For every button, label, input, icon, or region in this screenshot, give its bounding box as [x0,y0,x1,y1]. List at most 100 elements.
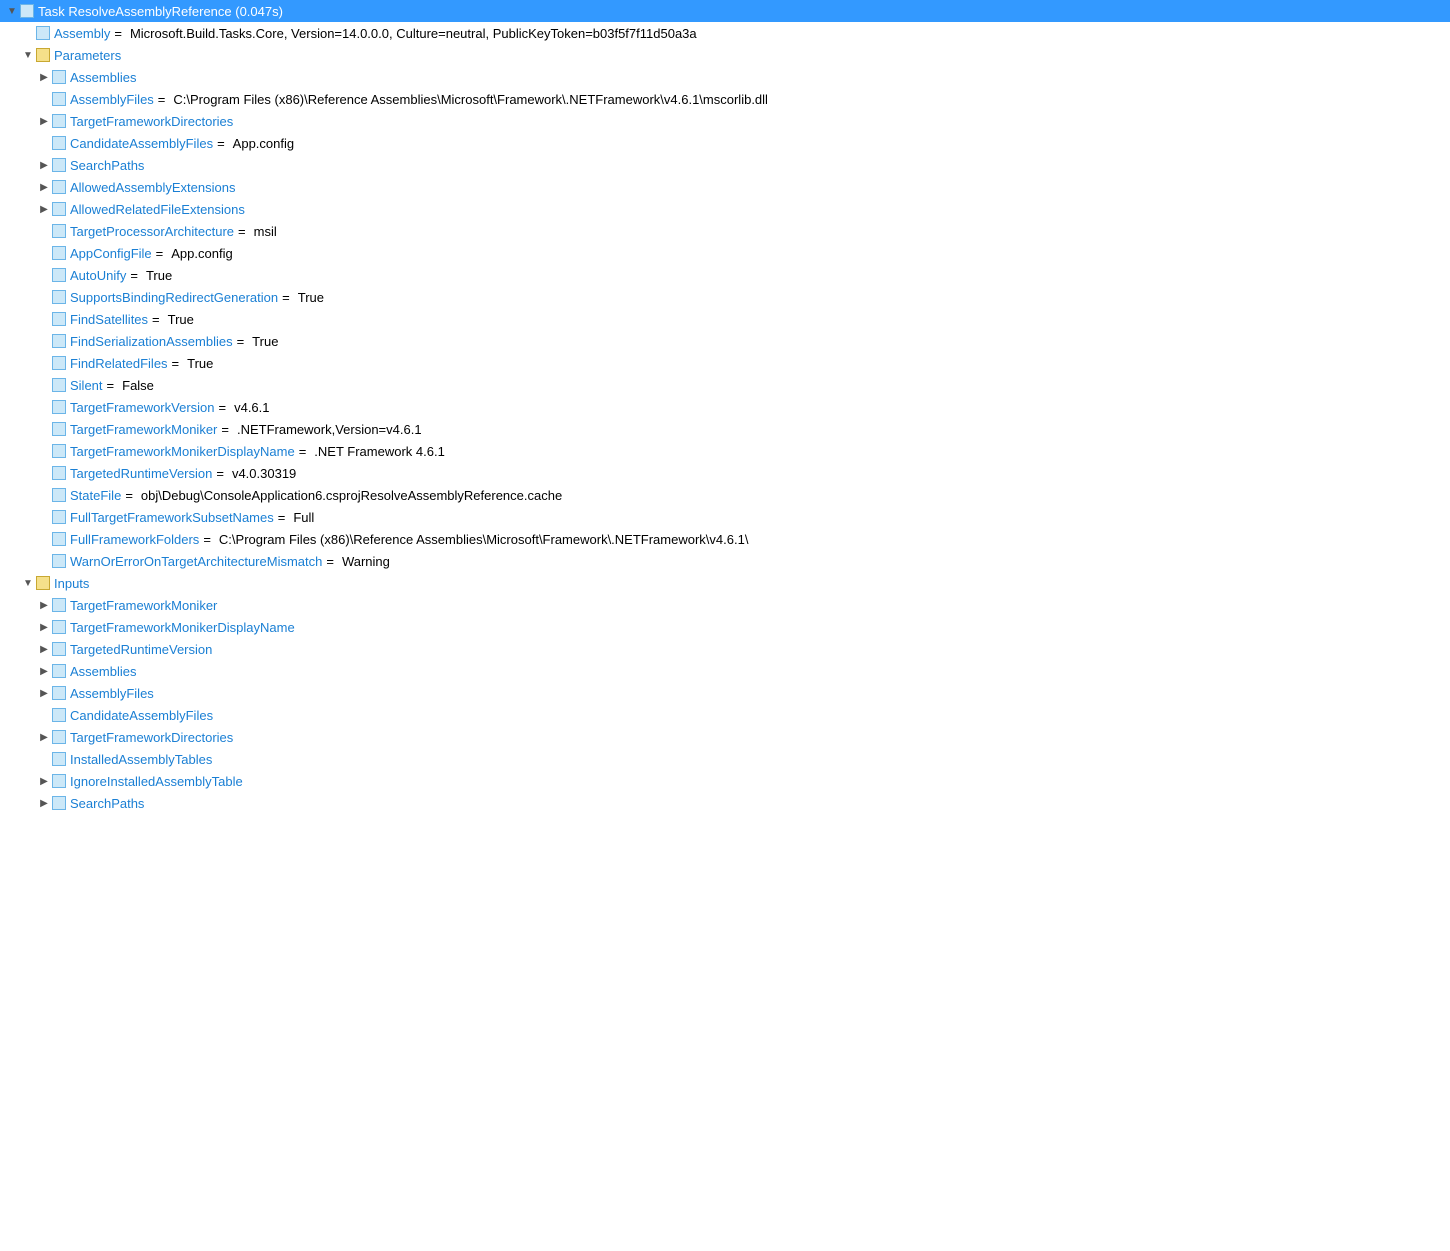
row-label: TargetFrameworkMonikerDisplayName [70,444,295,459]
tree-row[interactable]: ▶AssemblyFiles [0,682,1450,704]
expand-icon[interactable]: ▶ [36,663,52,679]
tree-row[interactable]: ▶ AllowedRelatedFileExtensions [0,198,1450,220]
expand-icon[interactable]: ▶ [36,157,52,173]
property-icon [52,202,66,216]
expand-icon[interactable]: ▶ [36,773,52,789]
row-equals: = [299,444,307,459]
property-icon [52,796,66,810]
row-value: .NET Framework 4.6.1 [314,444,445,459]
row-equals: = [152,312,160,327]
tree-row[interactable]: SupportsBindingRedirectGeneration=True [0,286,1450,308]
tree-row[interactable]: TargetFrameworkMonikerDisplayName = .NET F… [0,440,1450,462]
row-value: Microsoft.Build.Tasks.Core, Version=14.0… [130,26,697,41]
expand-icon[interactable]: ▶ [36,619,52,635]
property-icon [52,730,66,744]
tree-row[interactable]: ▼ Inputs [0,572,1450,594]
tree-row[interactable]: Silent=False [0,374,1450,396]
tree-row[interactable]: ▶SearchPaths [0,154,1450,176]
property-icon [52,466,66,480]
row-label: SupportsBindingRedirectGeneration [70,290,278,305]
tree-row[interactable]: TargetFrameworkMoniker=.NETFramework,Ver… [0,418,1450,440]
expand-icon[interactable]: ▶ [36,69,52,85]
property-icon [52,334,66,348]
tree-row[interactable]: InstalledAssemblyTables [0,748,1450,770]
property-icon [20,4,34,18]
row-label: AutoUnify [70,268,126,283]
row-equals: = [125,488,133,503]
row-label: Parameters [54,48,121,63]
expand-icon[interactable]: ▶ [36,795,52,811]
tree-row[interactable]: AssemblyFiles=C:\Program Files (x86)\Ref… [0,88,1450,110]
tree-row[interactable]: TargetedRuntimeVersion=v4.0.30319 [0,462,1450,484]
property-icon [52,422,66,436]
property-icon [52,686,66,700]
row-value: True [298,290,324,305]
row-label: TargetedRuntimeVersion [70,642,212,657]
row-label: Assemblies [70,70,136,85]
tree-row[interactable]: FindSerializationAssemblies=True [0,330,1450,352]
tree-row[interactable]: TargetFrameworkVersion=v4.6.1 [0,396,1450,418]
row-equals: = [219,400,227,415]
property-icon [52,620,66,634]
row-value: True [252,334,278,349]
tree-row[interactable]: ▼ Parameters [0,44,1450,66]
collapse-icon[interactable]: ▼ [20,47,36,63]
tree-row[interactable]: ▶SearchPaths [0,792,1450,814]
tree-row[interactable]: TargetProcessorArchitecture=msil [0,220,1450,242]
tree-row[interactable]: ▶TargetFrameworkMonikerDisplayName [0,616,1450,638]
collapse-icon[interactable]: ▼ [20,575,36,591]
tree-row[interactable]: ▶TargetFrameworkDirectories [0,726,1450,748]
tree-row[interactable]: ▶TargetFrameworkDirectories [0,110,1450,132]
tree-row[interactable]: ▶ Assemblies [0,66,1450,88]
tree-row[interactable]: FindRelatedFiles=True [0,352,1450,374]
property-icon [52,488,66,502]
tree-row[interactable]: FullTargetFrameworkSubsetNames=Full [0,506,1450,528]
row-label: AppConfigFile [70,246,152,261]
tree-row[interactable]: ▶AllowedAssemblyExtensions [0,176,1450,198]
row-equals: = [114,26,122,41]
tree-row[interactable]: ▶ TargetedRuntimeVersion [0,638,1450,660]
expand-icon[interactable]: ▶ [36,113,52,129]
tree-row[interactable]: AppConfigFile=App.config [0,242,1450,264]
row-label: CandidateAssemblyFiles [70,708,213,723]
row-equals: = [158,92,166,107]
row-equals: = [156,246,164,261]
expand-icon[interactable]: ▶ [36,201,52,217]
expand-icon[interactable]: ▶ [36,179,52,195]
row-equals: = [237,334,245,349]
row-value: True [187,356,213,371]
collapse-icon[interactable]: ▼ [4,3,20,19]
row-equals: = [326,554,334,569]
row-label: AllowedRelatedFileExtensions [70,202,245,217]
row-label: Assemblies [70,664,136,679]
tree-row[interactable]: WarnOrErrorOnTargetArchitectureMismatch=… [0,550,1450,572]
expand-icon[interactable]: ▶ [36,641,52,657]
tree-row[interactable]: AutoUnify=True [0,264,1450,286]
property-icon [52,752,66,766]
tree-container: ▼Task ResolveAssemblyReference (0.047s)A… [0,0,1450,814]
tree-row[interactable]: ▶TargetFrameworkMoniker [0,594,1450,616]
tree-row[interactable]: ▶ Assemblies [0,660,1450,682]
tree-row[interactable]: FullFrameworkFolders=C:\Program Files (x… [0,528,1450,550]
property-icon [52,356,66,370]
expand-icon[interactable]: ▶ [36,597,52,613]
folder-icon [36,576,50,590]
tree-row[interactable]: ▶IgnoreInstalledAssemblyTable [0,770,1450,792]
row-value: v4.0.30319 [232,466,296,481]
tree-row[interactable]: CandidateAssemblyFiles=App.config [0,132,1450,154]
row-label: FindRelatedFiles [70,356,168,371]
property-icon [52,378,66,392]
row-label: Inputs [54,576,89,591]
property-icon [52,246,66,260]
tree-row[interactable]: StateFile=obj\Debug\ConsoleApplication6.… [0,484,1450,506]
tree-row[interactable]: Assembly=Microsoft.Build.Tasks.Core, Ver… [0,22,1450,44]
tree-row[interactable]: FindSatellites=True [0,308,1450,330]
tree-row[interactable]: CandidateAssemblyFiles [0,704,1450,726]
property-icon [52,180,66,194]
row-equals: = [216,466,224,481]
expand-icon[interactable]: ▶ [36,685,52,701]
expand-icon[interactable]: ▶ [36,729,52,745]
property-icon [52,224,66,238]
tree-row[interactable]: ▼Task ResolveAssemblyReference (0.047s) [0,0,1450,22]
property-icon [52,444,66,458]
